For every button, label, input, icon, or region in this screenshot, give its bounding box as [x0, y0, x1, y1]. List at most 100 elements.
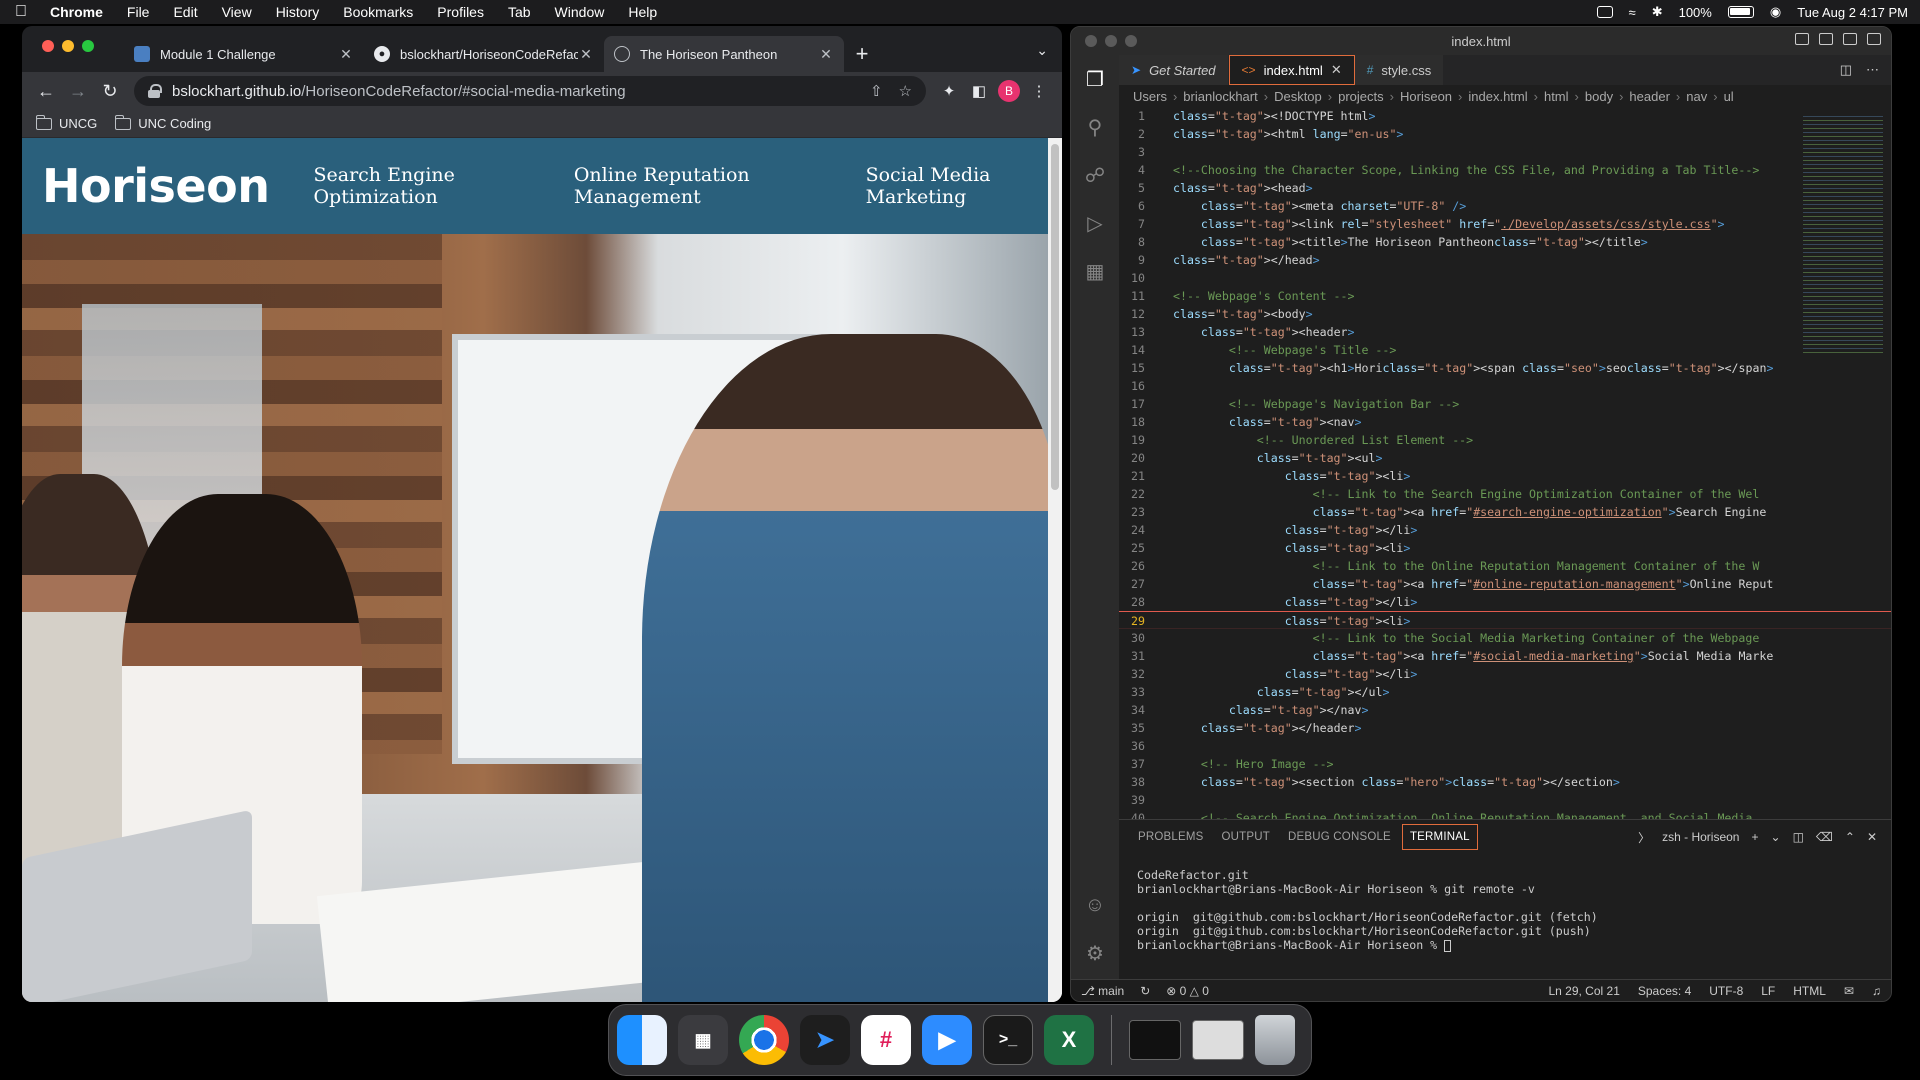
- code-line[interactable]: 18 class="t-tag"><nav>: [1119, 413, 1891, 431]
- lock-icon[interactable]: [148, 84, 162, 98]
- zoom-window-button[interactable]: [82, 40, 94, 52]
- code-line[interactable]: 23 class="t-tag"><a href="#search-engine…: [1119, 503, 1891, 521]
- minimized-window-thumbnail[interactable]: [1129, 1020, 1181, 1060]
- code-line[interactable]: 29 class="t-tag"><li>: [1119, 611, 1891, 629]
- scrollbar-thumb[interactable]: [1051, 144, 1059, 490]
- toggle-panel-icon[interactable]: [1819, 33, 1833, 45]
- code-line[interactable]: 24 class="t-tag"></li>: [1119, 521, 1891, 539]
- code-line[interactable]: 6 class="t-tag"><meta charset="UTF-8" />: [1119, 197, 1891, 215]
- control-center-icon[interactable]: ◉: [1770, 4, 1781, 20]
- menu-history[interactable]: History: [276, 4, 320, 20]
- bookmark-folder-unc-coding[interactable]: UNC Coding: [114, 114, 211, 131]
- search-icon[interactable]: ⚲: [1071, 103, 1119, 151]
- panel-tab-problems[interactable]: PROBLEMS: [1131, 825, 1211, 849]
- panel-tab-output[interactable]: OUTPUT: [1215, 825, 1277, 849]
- new-tab-button[interactable]: +: [844, 36, 880, 72]
- breadcrumb-item[interactable]: projects: [1338, 89, 1384, 104]
- more-actions-icon[interactable]: ⋯: [1866, 62, 1879, 78]
- code-line[interactable]: 11 <!-- Webpage's Content -->: [1119, 287, 1891, 305]
- trash-icon[interactable]: ⌫: [1816, 830, 1833, 844]
- forward-button[interactable]: →: [62, 75, 94, 107]
- close-tab-icon[interactable]: ✕: [578, 46, 594, 63]
- new-terminal-icon[interactable]: +: [1751, 830, 1758, 844]
- menu-tab[interactable]: Tab: [508, 4, 531, 20]
- tab-index-html[interactable]: <> index.html ✕: [1228, 55, 1355, 85]
- code-line[interactable]: 20 class="t-tag"><ul>: [1119, 449, 1891, 467]
- bookmark-folder-uncg[interactable]: UNCG: [35, 114, 97, 131]
- sync-icon[interactable]: ↻: [1140, 984, 1150, 998]
- bluetooth-icon[interactable]: ✱: [1652, 4, 1663, 20]
- code-line[interactable]: 38 class="t-tag"><section class="hero">c…: [1119, 773, 1891, 791]
- terminal-output[interactable]: CodeRefactor.git brianlockhart@Brians-Mac…: [1119, 854, 1891, 966]
- source-control-icon[interactable]: ☍: [1071, 151, 1119, 199]
- page-scrollbar[interactable]: [1048, 138, 1062, 1002]
- code-line[interactable]: 34 class="t-tag"></nav>: [1119, 701, 1891, 719]
- close-tab-icon[interactable]: ✕: [338, 46, 354, 63]
- customize-layout-icon[interactable]: [1867, 33, 1881, 45]
- code-line[interactable]: 21 class="t-tag"><li>: [1119, 467, 1891, 485]
- chrome-menu-icon[interactable]: ⋮: [1024, 76, 1054, 106]
- problems-status[interactable]: ⊗ 0 △ 0: [1166, 984, 1209, 998]
- menu-edit[interactable]: Edit: [173, 4, 197, 20]
- panel-tab-debug-console[interactable]: DEBUG CONSOLE: [1281, 825, 1398, 849]
- breadcrumb-item[interactable]: index.html: [1468, 89, 1527, 104]
- breadcrumb-item[interactable]: ul: [1724, 89, 1734, 104]
- terminal-icon[interactable]: >_: [983, 1015, 1033, 1065]
- breadcrumb-item[interactable]: html: [1544, 89, 1569, 104]
- breadcrumb-item[interactable]: nav: [1686, 89, 1707, 104]
- finder-icon[interactable]: [617, 1015, 667, 1065]
- extensions-icon[interactable]: ✦: [934, 76, 964, 106]
- breadcrumb-item[interactable]: Users: [1133, 89, 1167, 104]
- bookmark-star-icon[interactable]: ☆: [899, 82, 912, 100]
- code-editor[interactable]: 1 class="t-tag"><!DOCTYPE html> 2 class="t-…: [1119, 107, 1891, 819]
- code-line[interactable]: 13 class="t-tag"><header>: [1119, 323, 1891, 341]
- breadcrumb-item[interactable]: Horiseon: [1400, 89, 1452, 104]
- code-line[interactable]: 22 <!-- Link to the Search Engine Optimi…: [1119, 485, 1891, 503]
- address-bar[interactable]: bslockhart.github.io/HoriseonCodeRefacto…: [134, 76, 926, 106]
- breadcrumb-item[interactable]: Desktop: [1274, 89, 1322, 104]
- back-button[interactable]: ←: [30, 75, 62, 107]
- code-line[interactable]: 25 class="t-tag"><li>: [1119, 539, 1891, 557]
- code-line[interactable]: 40 <!-- Search Engine Optimization, Onli…: [1119, 809, 1891, 819]
- code-line[interactable]: 1 class="t-tag"><!DOCTYPE html>: [1119, 107, 1891, 125]
- battery-icon[interactable]: [1727, 6, 1754, 18]
- wifi-icon[interactable]: ≈: [1629, 5, 1636, 20]
- share-icon[interactable]: ⇧: [870, 82, 883, 100]
- chevron-down-icon[interactable]: ⌄: [1771, 830, 1781, 844]
- menu-profiles[interactable]: Profiles: [437, 4, 484, 20]
- toggle-primary-sidebar-icon[interactable]: [1795, 33, 1809, 45]
- terminal-name[interactable]: zsh - Horiseon: [1662, 830, 1739, 844]
- extensions-icon[interactable]: ▦: [1071, 247, 1119, 295]
- accounts-icon[interactable]: ☺: [1071, 881, 1119, 929]
- nav-link-smm[interactable]: Social Media Marketing: [866, 164, 1062, 208]
- chrome-icon[interactable]: [739, 1015, 789, 1065]
- split-terminal-icon[interactable]: ◫: [1793, 830, 1804, 844]
- code-line[interactable]: 3: [1119, 143, 1891, 161]
- tab-style-css[interactable]: # style.css: [1354, 55, 1445, 85]
- code-line[interactable]: 32 class="t-tag"></li>: [1119, 665, 1891, 683]
- code-line[interactable]: 8 class="t-tag"><title>The Horiseon Pant…: [1119, 233, 1891, 251]
- notifications-bell-icon[interactable]: ♫: [1872, 984, 1881, 998]
- tab-search-icon[interactable]: ⌄: [1036, 42, 1048, 59]
- minimized-window-thumbnail[interactable]: [1192, 1020, 1244, 1060]
- encoding[interactable]: UTF-8: [1709, 984, 1743, 998]
- nav-link-orm[interactable]: Online Reputation Management: [574, 164, 836, 208]
- launchpad-icon[interactable]: ▦: [678, 1015, 728, 1065]
- code-line[interactable]: 36: [1119, 737, 1891, 755]
- branch-status[interactable]: ⎇ main: [1081, 984, 1124, 998]
- vscode-icon[interactable]: ➤: [800, 1015, 850, 1065]
- code-line[interactable]: 10: [1119, 269, 1891, 287]
- language-mode[interactable]: HTML: [1793, 984, 1826, 998]
- explorer-icon[interactable]: ❐: [1071, 55, 1119, 103]
- zoom-window-button[interactable]: [1125, 35, 1137, 47]
- menu-view[interactable]: View: [222, 4, 252, 20]
- code-line[interactable]: 26 <!-- Link to the Online Reputation Ma…: [1119, 557, 1891, 575]
- slack-icon[interactable]: #: [861, 1015, 911, 1065]
- menu-window[interactable]: Window: [555, 4, 605, 20]
- code-line[interactable]: 9 class="t-tag"></head>: [1119, 251, 1891, 269]
- close-tab-icon[interactable]: ✕: [1331, 62, 1342, 78]
- code-line[interactable]: 2 class="t-tag"><html lang="en-us">: [1119, 125, 1891, 143]
- breadcrumb-item[interactable]: body: [1585, 89, 1613, 104]
- nav-link-seo[interactable]: Search Engine Optimization: [313, 164, 543, 208]
- side-panel-icon[interactable]: ◧: [964, 76, 994, 106]
